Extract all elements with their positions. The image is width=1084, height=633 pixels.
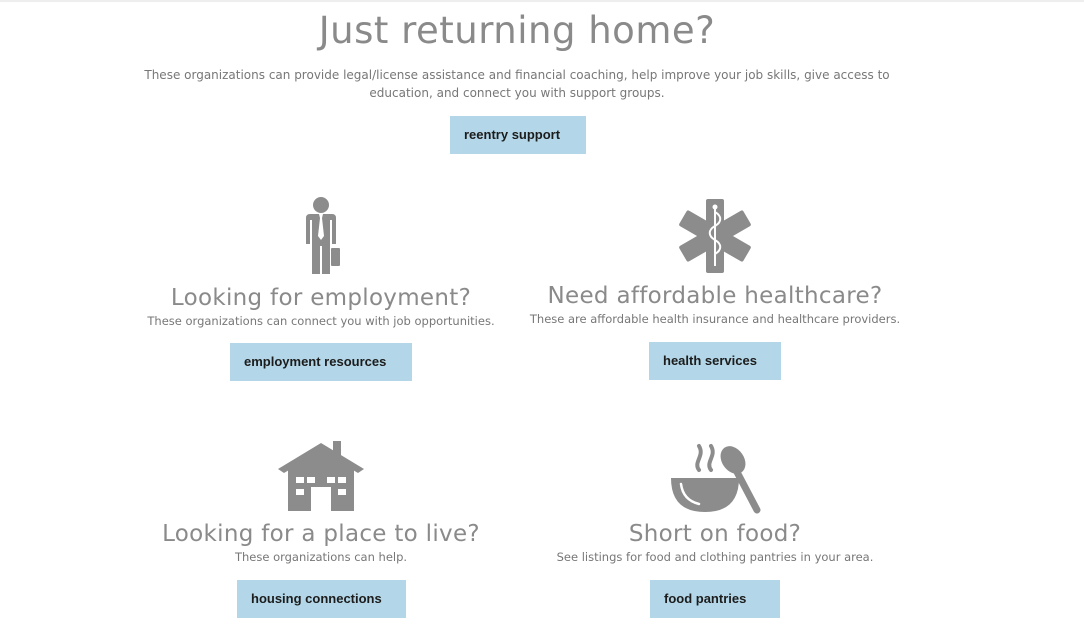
reentry-support-button[interactable]: reentry support: [450, 116, 586, 154]
hero-section: Just returning home? These organizations…: [0, 8, 1034, 102]
housing-connections-button[interactable]: housing connections: [237, 580, 406, 618]
employment-description: These organizations can connect you with…: [147, 314, 495, 328]
housing-description: These organizations can help.: [234, 550, 408, 564]
hero-description: These organizations can provide legal/li…: [144, 68, 890, 100]
food-title: Short on food?: [628, 521, 802, 547]
businessman-icon: [306, 197, 340, 274]
employment-title: Looking for employment?: [170, 285, 472, 311]
housing-section: Looking for a place to live? These organ…: [121, 439, 521, 564]
food-bowl-icon: [671, 444, 761, 514]
housing-title: Looking for a place to live?: [162, 521, 480, 547]
employment-resources-button[interactable]: employment resources: [230, 343, 412, 381]
top-divider: [0, 0, 1084, 2]
food-section: Short on food? See listings for food and…: [515, 442, 915, 564]
healthcare-title: Need affordable healthcare?: [547, 283, 883, 309]
page-title: Just returning home?: [318, 9, 716, 52]
food-pantries-button[interactable]: food pantries: [650, 580, 780, 618]
healthcare-section: Need affordable healthcare? These are af…: [515, 198, 915, 326]
employment-section: Looking for employment? These organizati…: [121, 196, 521, 328]
house-icon: [278, 441, 364, 511]
healthcare-description: These are affordable health insurance an…: [529, 312, 901, 326]
food-description: See listings for food and clothing pantr…: [556, 550, 874, 564]
star-of-life-icon: [679, 199, 751, 273]
health-services-button[interactable]: health services: [649, 342, 781, 380]
